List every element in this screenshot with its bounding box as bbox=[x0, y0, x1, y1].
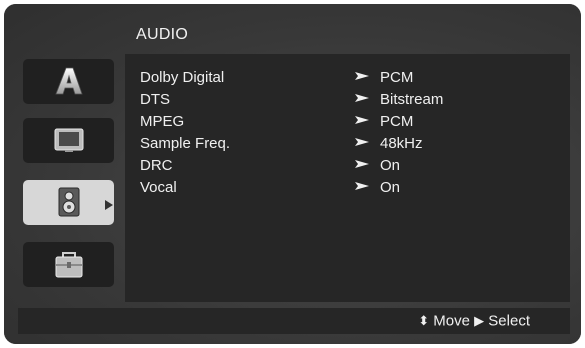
active-tab-pointer-icon bbox=[105, 197, 113, 215]
setting-value: PCM bbox=[380, 69, 414, 86]
settings-panel: Dolby Digital PCM DTS Bitstream MPEG PCM bbox=[125, 54, 570, 302]
setting-label: Dolby Digital bbox=[140, 69, 225, 86]
setting-value: PCM bbox=[380, 113, 414, 130]
setting-value: On bbox=[380, 157, 401, 174]
menu-title: AUDIO bbox=[136, 26, 189, 43]
setting-label: Vocal bbox=[140, 179, 177, 196]
tab-language[interactable] bbox=[23, 59, 114, 104]
settings-list: Dolby Digital PCM DTS Bitstream MPEG PCM bbox=[125, 66, 570, 198]
select-arrow-icon: ▶ bbox=[474, 313, 485, 329]
display-icon bbox=[53, 124, 85, 161]
navigation-hint: ⬍ Move ▶ Select bbox=[418, 312, 530, 330]
tab-display[interactable] bbox=[23, 118, 114, 163]
setting-label: MPEG bbox=[140, 113, 185, 130]
language-icon bbox=[53, 65, 85, 102]
lock-icon bbox=[53, 248, 85, 285]
setting-label: Sample Freq. bbox=[140, 135, 231, 152]
tab-lock[interactable] bbox=[23, 242, 114, 287]
setting-row-vocal[interactable]: Vocal On bbox=[125, 176, 570, 198]
setting-row-drc[interactable]: DRC On bbox=[125, 154, 570, 176]
move-hint-label: Move bbox=[433, 312, 470, 330]
setting-label: DRC bbox=[140, 157, 173, 174]
setting-row-sample-freq[interactable]: Sample Freq. 48kHz bbox=[125, 132, 570, 154]
setting-value: Bitstream bbox=[380, 91, 444, 108]
navigation-hint-bar: ⬍ Move ▶ Select bbox=[18, 308, 570, 334]
speaker-icon bbox=[53, 186, 85, 223]
move-updown-icon: ⬍ bbox=[418, 313, 430, 329]
setting-row-mpeg[interactable]: MPEG PCM bbox=[125, 110, 570, 132]
setting-value: On bbox=[380, 179, 401, 196]
setting-label: DTS bbox=[140, 91, 170, 108]
tab-audio[interactable] bbox=[23, 180, 114, 225]
dvd-setup-menu: AUDIO Dolby Digital PCM DTS Bitstream MP… bbox=[4, 4, 581, 344]
setting-row-dolby-digital[interactable]: Dolby Digital PCM bbox=[125, 66, 570, 88]
setting-row-dts[interactable]: DTS Bitstream bbox=[125, 88, 570, 110]
setting-value: 48kHz bbox=[380, 135, 423, 152]
select-hint-label: Select bbox=[488, 312, 530, 330]
